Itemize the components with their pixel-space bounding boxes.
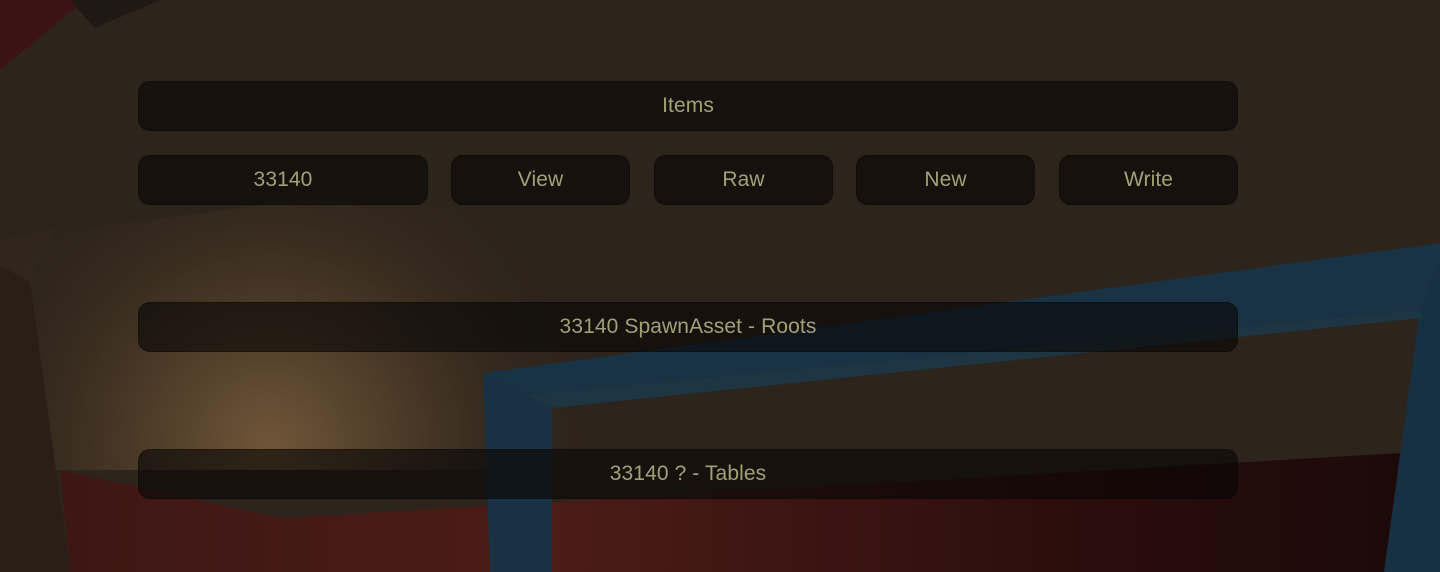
item-id-value: 33140 [253,168,313,191]
page-title: Items [662,94,714,117]
entry-button-roots[interactable]: 33140 SpawnAsset - Roots [138,302,1238,352]
raw-button-label: Raw [722,168,765,191]
raw-button[interactable]: Raw [654,155,833,205]
item-id-field[interactable]: 33140 [138,155,428,205]
entry-label: 33140 SpawnAsset - Roots [559,315,817,338]
new-button[interactable]: New [856,155,1035,205]
write-button[interactable]: Write [1059,155,1238,205]
write-button-label: Write [1123,168,1174,191]
view-button[interactable]: View [451,155,630,205]
entry-label: 33140 ? - Tables [609,462,767,485]
view-button-label: View [517,168,564,191]
items-title-bar: Items [138,81,1238,131]
entry-button-tables[interactable]: 33140 ? - Tables [138,449,1238,499]
new-button-label: New [924,168,967,191]
